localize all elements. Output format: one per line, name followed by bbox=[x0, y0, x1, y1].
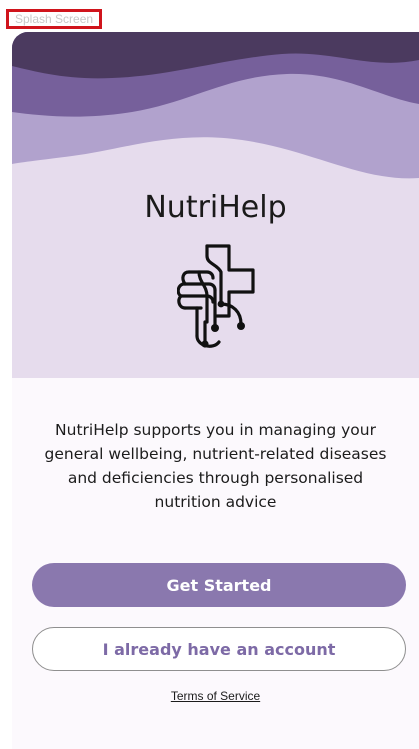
page: Splash Screen NutriHelp NutriHelp suppor… bbox=[0, 0, 419, 749]
wave-header-graphic bbox=[12, 32, 419, 192]
frame-label: Splash Screen bbox=[6, 9, 103, 29]
have-account-button[interactable]: I already have an account bbox=[32, 627, 406, 671]
app-description: NutriHelp supports you in managing your … bbox=[44, 421, 387, 511]
get-started-button[interactable]: Get Started bbox=[32, 563, 406, 607]
get-started-label: Get Started bbox=[166, 575, 272, 595]
hero-section: NutriHelp bbox=[12, 32, 419, 378]
have-account-label: I already have an account bbox=[102, 639, 336, 659]
terms-footer: Terms of Service bbox=[12, 689, 419, 703]
terms-of-service-link[interactable]: Terms of Service bbox=[171, 689, 260, 703]
splash-screen: NutriHelp NutriHelp supports you in mana… bbox=[12, 32, 419, 749]
app-title: NutriHelp bbox=[144, 190, 287, 225]
circuit-cross-hand-icon bbox=[177, 244, 255, 348]
